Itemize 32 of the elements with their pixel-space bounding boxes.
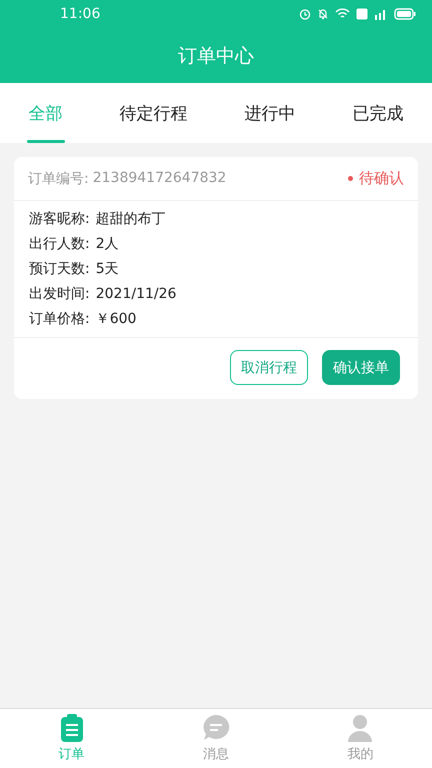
order-number-label: 订单编号: (28, 170, 89, 188)
alarm-icon (299, 8, 311, 20)
field-label: 出发时间: (29, 285, 90, 304)
tab[interactable]: 待定行程 (116, 83, 192, 143)
field-value: 5天 (96, 260, 119, 279)
wifi-icon (335, 8, 350, 20)
status-time: 11:06 (60, 6, 100, 22)
field-value: 超甜的布丁 (96, 210, 166, 229)
order-number: 213894172647832 (92, 170, 226, 188)
page-title: 订单中心 (178, 44, 254, 68)
battery-icon (394, 8, 416, 20)
order-status: 待确认 (359, 169, 404, 188)
tab[interactable]: 全部 (24, 83, 66, 143)
field-value: ￥600 (96, 310, 136, 329)
nav-tab[interactable]: 订单 (58, 714, 85, 763)
field-label: 预订天数: (29, 260, 90, 279)
field-label: 出行人数: (29, 235, 90, 254)
person-icon (347, 714, 374, 742)
signal-icon (374, 8, 388, 20)
nav-tab[interactable]: 我的 (347, 714, 374, 763)
confirm-button[interactable]: 确认接单 (322, 350, 400, 385)
tab[interactable]: 已完成 (348, 83, 408, 143)
clipboard-icon (60, 714, 84, 742)
field-label: 订单价格: (29, 310, 90, 329)
field-value: 2人 (96, 235, 119, 254)
field-label: 游客昵称: (29, 210, 90, 229)
field-value: 2021/11/26 (96, 285, 176, 304)
cancel-button[interactable]: 取消行程 (230, 350, 308, 385)
nav-tab[interactable]: 消息 (202, 714, 230, 763)
bell-icon (317, 8, 329, 20)
tab[interactable]: 进行中 (240, 83, 300, 143)
chat-bubble-icon (202, 714, 230, 742)
